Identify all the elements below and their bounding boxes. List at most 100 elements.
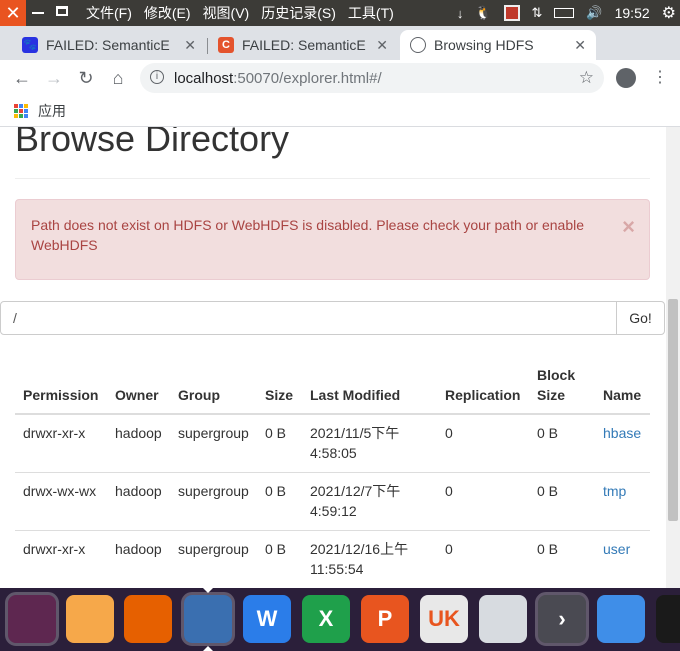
path-input[interactable]: [0, 301, 617, 335]
column-header[interactable]: Owner: [107, 357, 170, 415]
home-icon[interactable]: ⌂: [106, 66, 130, 90]
app-grid-icon[interactable]: [597, 595, 645, 643]
go-button[interactable]: Go!: [616, 301, 665, 335]
apps-grid-icon[interactable]: [14, 104, 28, 118]
browser-toolbar: ← → ↻ ⌂ i localhost:50070/explorer.html#…: [0, 60, 680, 96]
settings-dial-icon[interactable]: [656, 595, 680, 643]
close-icon[interactable]: ×: [622, 214, 635, 240]
column-header[interactable]: Replication: [437, 357, 529, 415]
size-cell: 0 B: [257, 530, 302, 588]
column-header[interactable]: Size: [257, 357, 302, 415]
table-row: drwxr-xr-x hadoop supergroup 0 B 2021/12…: [15, 530, 650, 588]
menu-tools[interactable]: 工具(T): [348, 0, 400, 26]
owner-cell: hadoop: [107, 472, 170, 531]
browser-tab-strip: 🐾 FAILED: SemanticE ✕ C FAILED: Semantic…: [0, 26, 680, 81]
bookmark-star-icon[interactable]: ☆: [579, 68, 594, 88]
permission-cell: drwx-wx-wx: [15, 472, 107, 531]
app-menu-bar: 文件(F) 修改(E) 视图(V) 历史记录(S) 工具(T): [86, 0, 406, 26]
size-cell: 0 B: [257, 413, 302, 473]
permission-cell: drwxr-xr-x: [15, 530, 107, 588]
column-header[interactable]: Permission: [15, 357, 107, 415]
reload-icon[interactable]: ↻: [74, 66, 98, 90]
tab-title: Browsing HDFS: [434, 37, 534, 53]
column-header[interactable]: Name: [595, 357, 650, 415]
block-size-cell: 0 B: [529, 472, 595, 531]
modified-cell: 2021/12/7下午 4:59:12: [302, 472, 437, 531]
wps-spreadsheet-icon[interactable]: X: [302, 595, 350, 643]
forward-arrow-icon[interactable]: →: [42, 66, 66, 90]
site-info-icon[interactable]: i: [150, 70, 164, 84]
volume-icon[interactable]: 🔊: [586, 5, 602, 21]
owner-cell: hadoop: [107, 413, 170, 473]
column-header[interactable]: Group: [170, 357, 257, 415]
scrollbar-thumb[interactable]: [668, 299, 678, 521]
gear-icon[interactable]: ⚙: [662, 3, 676, 23]
directory-link[interactable]: tmp: [603, 483, 626, 499]
name-cell: tmp: [595, 472, 650, 531]
window-minimize-icon[interactable]: [32, 12, 44, 14]
tux-penguin-icon[interactable]: 🐧: [475, 5, 491, 21]
name-cell: user: [595, 530, 650, 588]
group-cell: supergroup: [170, 530, 257, 588]
group-cell: supergroup: [170, 472, 257, 531]
tab-browsing-hdfs[interactable]: Browsing HDFS ✕: [400, 30, 596, 60]
system-top-bar: ✕ 文件(F) 修改(E) 视图(V) 历史记录(S) 工具(T) ↓ 🐧 ⇅ …: [0, 0, 680, 26]
wps-presentation-icon[interactable]: P: [361, 595, 409, 643]
modified-cell: 2021/12/16上午 11:55:54: [302, 530, 437, 588]
directory-table: Permission Owner Group Size Last Modifie…: [15, 357, 650, 588]
battery-icon[interactable]: [554, 8, 575, 18]
chromium-icon[interactable]: [181, 592, 235, 646]
tab-semantic-1[interactable]: 🐾 FAILED: SemanticE ✕: [8, 30, 206, 60]
menu-history[interactable]: 历史记录(S): [261, 0, 342, 26]
replication-cell: 0: [437, 472, 529, 531]
page-title: Browse Directory: [15, 127, 290, 159]
android-studio-icon[interactable]: [479, 595, 527, 643]
size-cell: 0 B: [257, 472, 302, 531]
directory-link[interactable]: user: [603, 541, 630, 557]
column-header[interactable]: Last Modified: [302, 357, 437, 415]
close-icon[interactable]: ✕: [574, 37, 586, 54]
network-updown-icon[interactable]: ⇅: [532, 5, 543, 21]
address-bar[interactable]: i localhost:50070/explorer.html#/ ☆: [140, 63, 604, 93]
application-dock: W X P UK ›: [0, 588, 680, 651]
ubuntu-logo-icon[interactable]: [5, 592, 59, 646]
window-close-icon[interactable]: ✕: [0, 0, 26, 26]
modified-cell: 2021/11/5下午 4:58:05: [302, 413, 437, 473]
terminal-arrow-icon[interactable]: ›: [535, 592, 589, 646]
ubuntu-kylin-software-icon[interactable]: UK: [420, 595, 468, 643]
replication-cell: 0: [437, 530, 529, 588]
close-icon[interactable]: ✕: [184, 37, 196, 54]
bookmarks-bar: 应用: [0, 96, 680, 127]
table-row: drwxr-xr-x hadoop supergroup 0 B 2021/11…: [15, 413, 650, 473]
menu-view[interactable]: 视图(V): [203, 0, 256, 26]
url-path: :50070/explorer.html#/: [233, 70, 382, 87]
url-text[interactable]: localhost:50070/explorer.html#/: [174, 70, 382, 87]
more-menu-icon[interactable]: ⋮: [652, 67, 668, 87]
running-indicator-icon: [203, 646, 213, 651]
files-folder-icon[interactable]: [66, 595, 114, 643]
page-viewport: Browse Directory Path does not exist on …: [0, 127, 666, 588]
menu-file[interactable]: 文件(F): [86, 0, 138, 26]
replication-cell: 0: [437, 413, 529, 473]
close-icon[interactable]: ✕: [376, 37, 388, 54]
wps-writer-icon[interactable]: W: [243, 595, 291, 643]
apps-shortcut[interactable]: 应用: [38, 101, 66, 121]
firefox-icon[interactable]: [124, 595, 172, 643]
directory-link[interactable]: hbase: [603, 425, 641, 441]
profile-avatar-icon[interactable]: [616, 68, 636, 88]
window-maximize-icon[interactable]: [56, 6, 68, 16]
alert-message: Path does not exist on HDFS or WebHDFS i…: [31, 217, 585, 253]
column-header[interactable]: Block Size: [529, 357, 595, 415]
download-arrow-icon[interactable]: ↓: [457, 6, 464, 21]
block-size-cell: 0 B: [529, 413, 595, 473]
back-arrow-icon[interactable]: ←: [10, 66, 34, 90]
baidu-paw-icon: 🐾: [22, 37, 38, 53]
menu-edit[interactable]: 修改(E): [144, 0, 197, 26]
clock[interactable]: 19:52: [615, 5, 650, 21]
globe-icon: [410, 37, 426, 53]
page-scrollbar[interactable]: [666, 127, 680, 588]
tab-semantic-2[interactable]: C FAILED: SemanticE ✕: [208, 30, 398, 60]
record-indicator-icon[interactable]: [503, 5, 520, 21]
running-indicator-icon: [203, 588, 213, 593]
table-header-row: Permission Owner Group Size Last Modifie…: [15, 357, 650, 415]
